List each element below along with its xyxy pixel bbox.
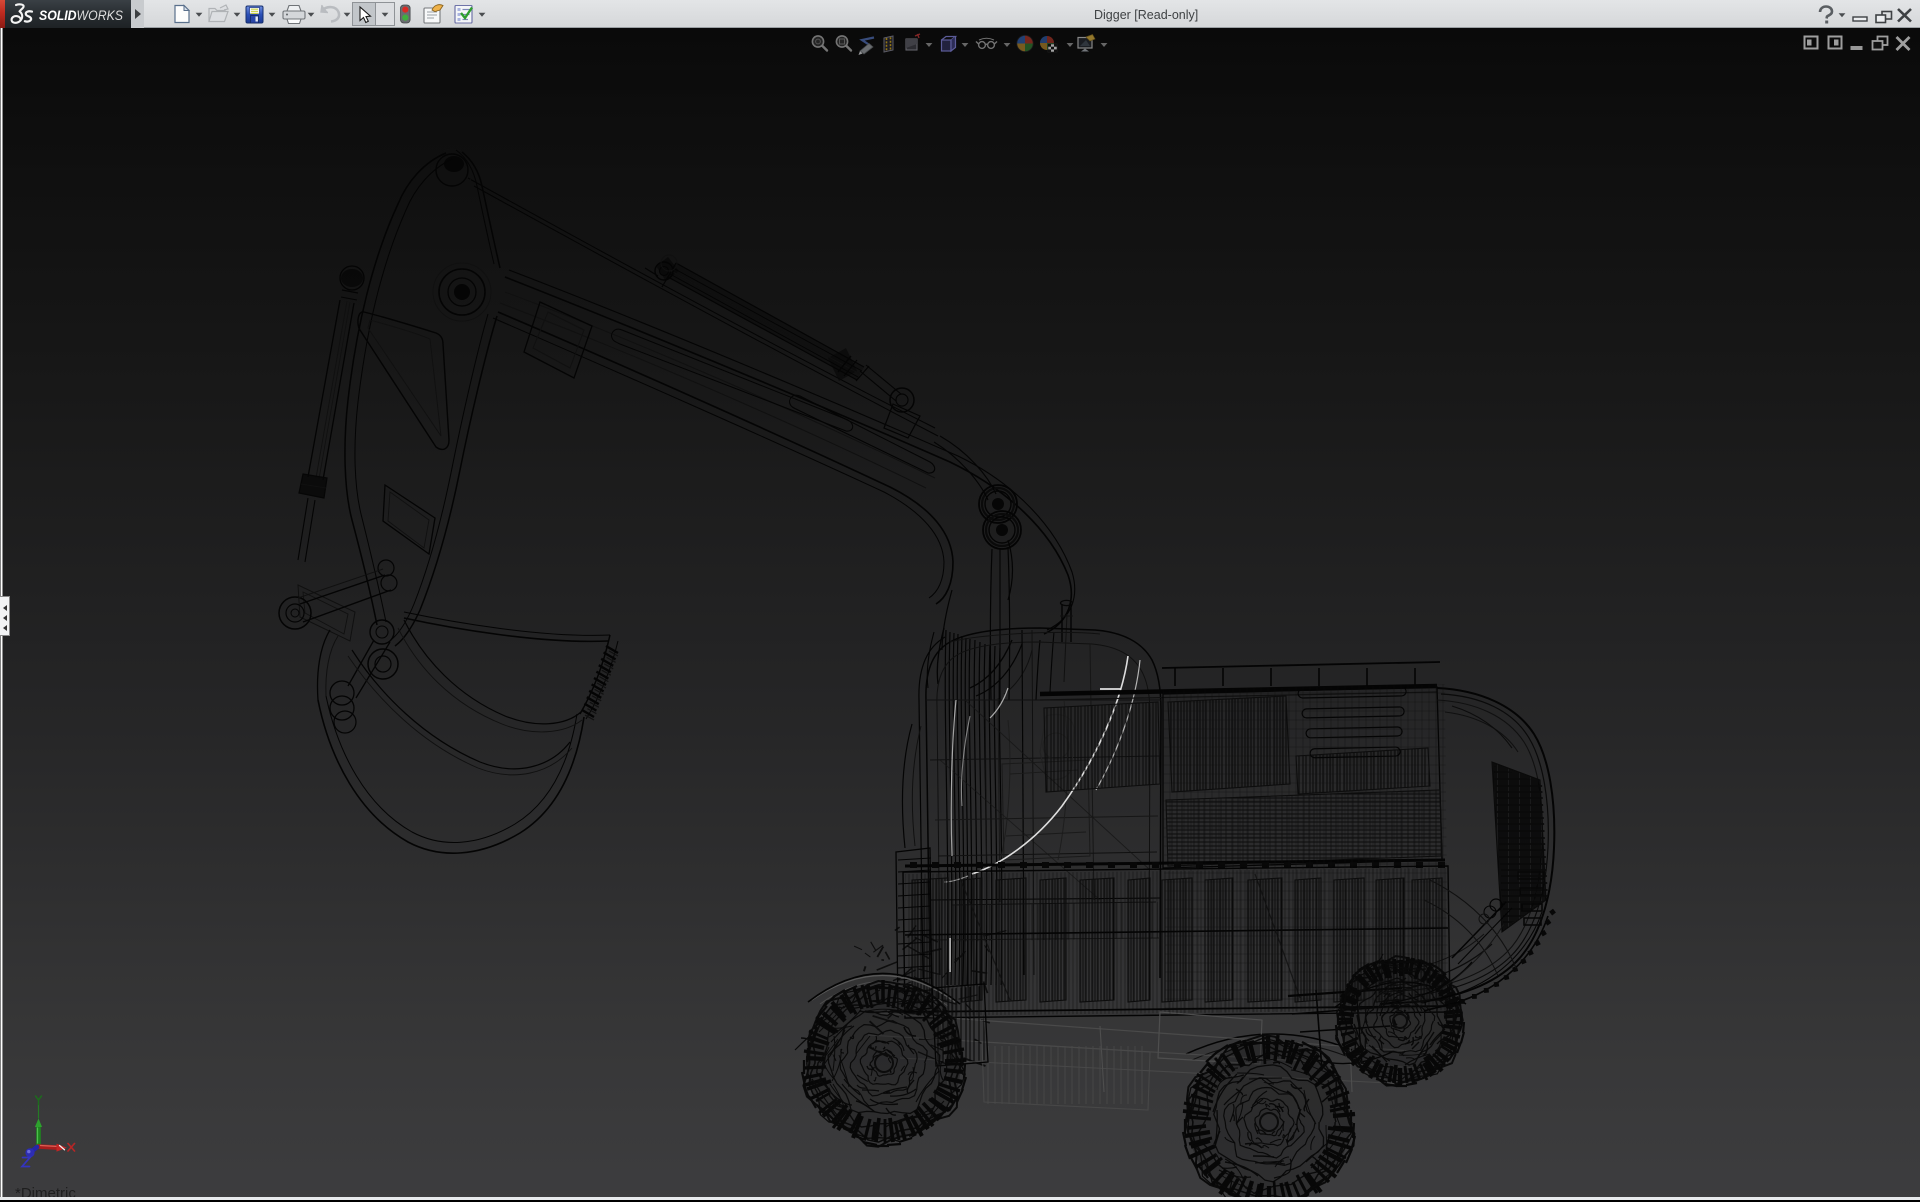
svg-text:Digger [Read-only]: Digger [Read-only] <box>1094 8 1198 22</box>
svg-text:SOLIDWORKS: SOLIDWORKS <box>39 7 124 23</box>
